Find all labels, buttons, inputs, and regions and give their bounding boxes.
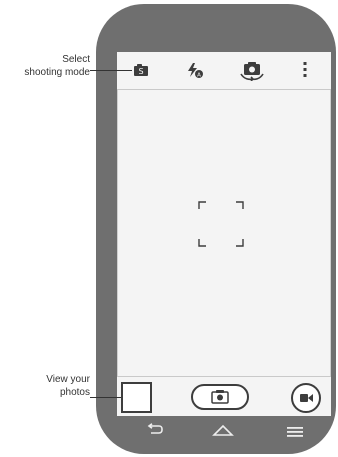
switch-camera-icon[interactable]	[238, 59, 266, 81]
callout-line-shooting-mode	[90, 70, 132, 71]
view-photos-callout: View your photos	[4, 373, 90, 399]
camera-icon	[211, 390, 229, 404]
video-record-button[interactable]	[291, 383, 321, 413]
menu-icon[interactable]	[286, 425, 304, 437]
flash-icon[interactable]: A	[185, 61, 205, 79]
shooting-mode-icon[interactable]: S	[133, 63, 149, 77]
camera-ui-illustration: S A Select shooting mode View your photo…	[0, 0, 338, 457]
callout-select-text: Select shooting mode	[24, 54, 90, 78]
overflow-menu-icon[interactable]	[302, 61, 308, 79]
video-camera-icon	[300, 394, 313, 402]
back-icon[interactable]	[145, 423, 163, 437]
callout-line-view-photos	[90, 397, 121, 398]
shutter-button[interactable]	[191, 384, 249, 410]
focus-frame-icon	[198, 201, 244, 247]
svg-text:A: A	[197, 73, 201, 79]
shooting-mode-letter: S	[138, 67, 143, 76]
home-icon[interactable]	[212, 423, 234, 437]
select-shooting-mode-callout: Select shooting mode	[4, 53, 90, 79]
photo-thumbnail[interactable]	[121, 382, 152, 413]
callout-view-text: View your photos	[46, 374, 90, 398]
camera-top-toolbar	[117, 52, 331, 90]
